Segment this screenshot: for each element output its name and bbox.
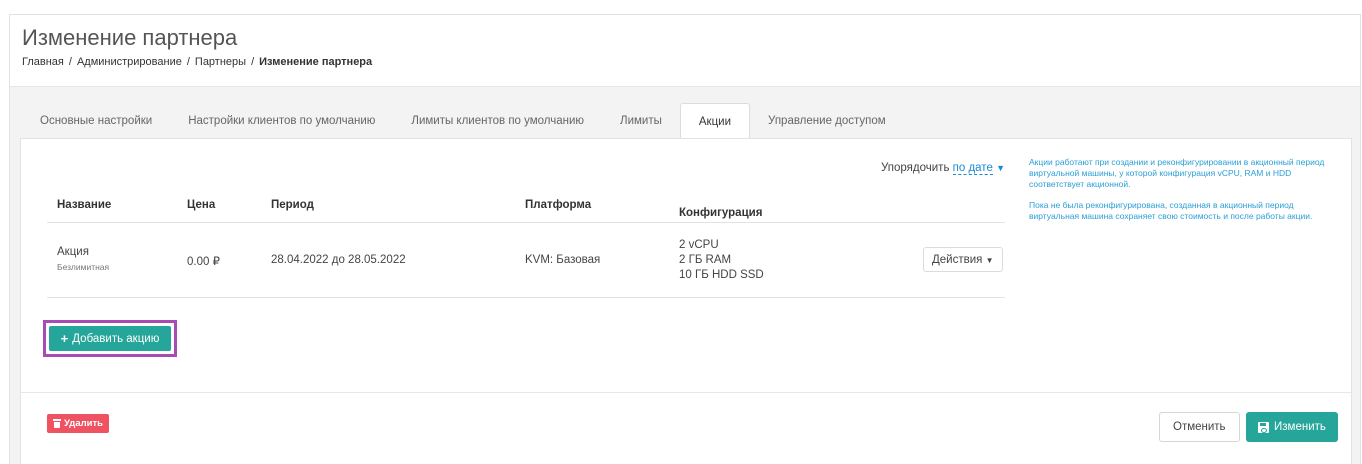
- trash-icon: [53, 419, 61, 428]
- delete-button[interactable]: Удалить: [47, 414, 109, 433]
- plus-icon: +: [60, 331, 69, 346]
- breadcrumb-separator: /: [251, 56, 255, 68]
- save-label: Изменить: [1274, 421, 1326, 433]
- breadcrumb-current: Изменение партнера: [259, 56, 373, 68]
- tab-access-management[interactable]: Управление доступом: [750, 103, 904, 139]
- page-title: Изменение партнера: [22, 25, 238, 50]
- table-header: Название Цена Период Платформа Конфигура…: [47, 183, 1005, 223]
- breadcrumb-partners[interactable]: Партнеры: [195, 56, 246, 68]
- promo-subtitle: Безлимитная: [57, 262, 110, 272]
- promo-configuration: 2 vCPU 2 ГБ RAM 10 ГБ HDD SSD: [679, 238, 764, 283]
- promo-price: 0.00 ₽: [187, 256, 220, 268]
- promo-platform: KVM: Базовая: [525, 254, 601, 266]
- tab-default-client-settings[interactable]: Настройки клиентов по умолчанию: [170, 103, 393, 139]
- info-paragraph: Акции работают при создании и реконфигур…: [1029, 157, 1325, 189]
- tab-limits[interactable]: Лимиты: [602, 103, 680, 139]
- tab-default-client-limits[interactable]: Лимиты клиентов по умолчанию: [393, 103, 602, 139]
- column-configuration: Конфигурация: [679, 207, 763, 219]
- delete-label: Удалить: [64, 418, 103, 429]
- sort-label: Упорядочить: [881, 162, 950, 174]
- breadcrumb-separator: /: [186, 56, 190, 68]
- add-promotion-button[interactable]: + Добавить акцию: [49, 326, 171, 351]
- tab-promotions[interactable]: Акции: [679, 103, 751, 140]
- content-area: Основные настройки Настройки клиентов по…: [10, 87, 1360, 464]
- breadcrumb-administration[interactable]: Администрирование: [77, 56, 182, 68]
- sort-control: Упорядочить по дате ▼: [881, 162, 1005, 175]
- tab-general-settings[interactable]: Основные настройки: [22, 103, 170, 139]
- page: Изменение партнера Главная / Администриров…: [9, 14, 1361, 464]
- divider: [21, 392, 1351, 393]
- floppy-disk-icon: [1258, 421, 1269, 433]
- column-name: Название: [57, 199, 112, 211]
- promo-name-cell: Акция Безлимитная: [57, 245, 109, 275]
- config-ram: 2 ГБ RAM: [679, 254, 732, 266]
- caret-down-icon: ▼: [985, 255, 994, 265]
- page-header: Изменение партнера Главная / Администриров…: [10, 15, 1360, 87]
- promo-name: Акция: [57, 246, 89, 258]
- actions-dropdown-button[interactable]: Действия ▼: [923, 247, 1003, 272]
- save-button[interactable]: Изменить: [1246, 412, 1338, 442]
- promotions-info: Акции работают при создании и реконфигур…: [1029, 157, 1329, 232]
- add-promotion-label: Добавить акцию: [72, 332, 160, 345]
- tab-bar: Основные настройки Настройки клиентов по…: [22, 103, 904, 140]
- column-platform: Платформа: [525, 199, 592, 211]
- column-price: Цена: [187, 199, 216, 211]
- breadcrumb-home[interactable]: Главная: [22, 56, 64, 68]
- config-cpu: 2 vCPU: [679, 239, 719, 251]
- promo-period: 28.04.2022 до 28.05.2022: [271, 254, 406, 266]
- add-promotion-highlight: + Добавить акцию: [43, 320, 177, 357]
- actions-label: Действия: [932, 253, 983, 266]
- caret-down-icon[interactable]: ▼: [996, 163, 1005, 173]
- table-row: Акция Безлимитная 0.00 ₽ 28.04.2022 до 2…: [47, 223, 1005, 298]
- promotions-table: Название Цена Период Платформа Конфигура…: [47, 183, 1005, 298]
- promotions-panel: Упорядочить по дате ▼ Акции работают при…: [20, 138, 1352, 464]
- column-period: Период: [271, 199, 314, 211]
- config-disk: 10 ГБ HDD SSD: [679, 269, 764, 281]
- info-paragraph: Пока не была реконфигурирована, созданна…: [1029, 200, 1313, 221]
- sort-by-date-link[interactable]: по дате: [952, 162, 993, 175]
- cancel-button[interactable]: Отменить: [1159, 412, 1240, 442]
- breadcrumb-separator: /: [68, 56, 72, 68]
- breadcrumb: Главная / Администрирование / Партнеры / Измен…: [22, 56, 1360, 68]
